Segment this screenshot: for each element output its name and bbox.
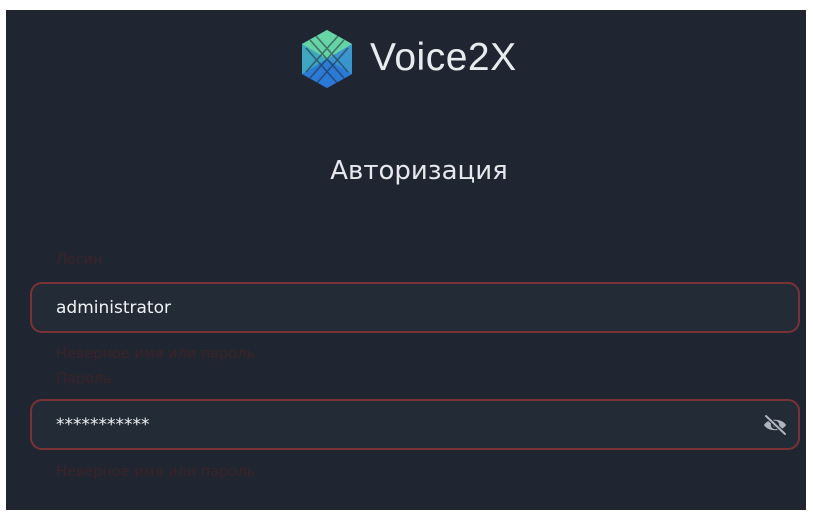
login-label: Логин — [56, 252, 103, 268]
login-field[interactable] — [30, 282, 800, 333]
password-label: Пароль — [56, 371, 112, 387]
brand-name: Voice2X — [370, 36, 517, 79]
voice2x-logo-icon — [302, 30, 352, 88]
password-input[interactable] — [56, 401, 736, 448]
login-error-text: Неверное имя или пароль — [56, 346, 256, 362]
login-input[interactable] — [56, 284, 736, 331]
eye-slash-icon[interactable] — [762, 413, 788, 437]
page-title: Авторизация — [330, 156, 508, 186]
login-panel: Voice2X Авторизация Логин Неверное имя и… — [6, 10, 806, 510]
password-error-text: Неверное имя или пароль — [56, 464, 256, 480]
password-field[interactable] — [30, 399, 800, 450]
